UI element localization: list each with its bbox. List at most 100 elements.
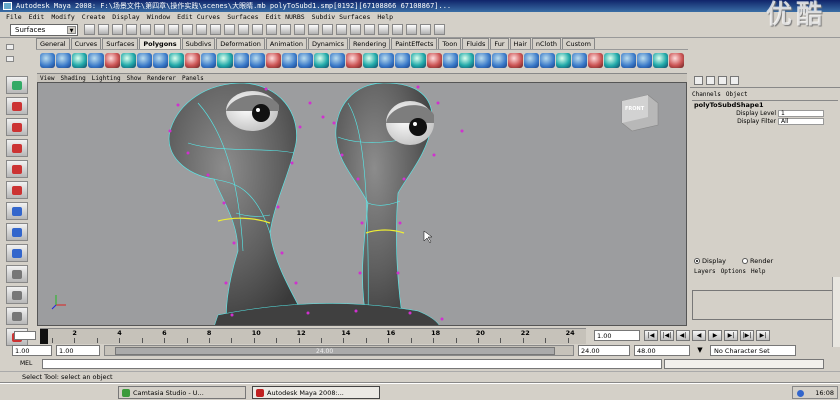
snap-point-icon[interactable] — [308, 24, 319, 35]
tray-icon[interactable] — [797, 390, 804, 397]
snap-grid-icon[interactable] — [280, 24, 291, 35]
panel-menu-lighting[interactable]: Lighting — [92, 75, 121, 82]
manipulator-tool-icon[interactable] — [6, 202, 28, 220]
shelf-tab-hair[interactable]: Hair — [509, 38, 531, 49]
shelf-tab-dynamics[interactable]: Dynamics — [307, 38, 349, 49]
planar-mapping-icon[interactable] — [572, 53, 588, 68]
menu-display[interactable]: Display — [112, 13, 139, 21]
shelf-tab-rendering[interactable]: Rendering — [349, 38, 391, 49]
show-hide-attr-editor-icon[interactable] — [406, 24, 417, 35]
layer-editor-icon[interactable] — [730, 76, 739, 85]
collapse-icon[interactable] — [539, 53, 555, 68]
mask-dynamics-icon[interactable] — [238, 24, 249, 35]
taskbar-item-autodesk-maya-2008[interactable]: Autodesk Maya 2008:... — [252, 386, 380, 399]
show-hide-tool-settings-icon[interactable] — [420, 24, 431, 35]
menu-subdiv-surfaces[interactable]: Subdiv Surfaces — [312, 13, 371, 21]
poly-soccer-ball-icon[interactable] — [201, 53, 217, 68]
attribute-editor-icon[interactable] — [706, 76, 715, 85]
paint-select-icon[interactable] — [6, 118, 28, 136]
layout-four-pane-icon[interactable] — [6, 286, 28, 304]
menu-set-selector[interactable]: Surfaces ▼ — [10, 24, 78, 36]
channel-menu-channels[interactable]: Channels — [692, 91, 721, 98]
poly-plane-icon[interactable] — [104, 53, 120, 68]
character-set-field[interactable]: No Character Set — [710, 345, 796, 356]
panel-menu-view[interactable]: View — [40, 75, 54, 82]
show-manipulator-icon[interactable] — [6, 244, 28, 262]
render-icon[interactable] — [350, 24, 361, 35]
cylindrical-mapping-icon[interactable] — [588, 53, 604, 68]
save-scene-icon[interactable] — [112, 24, 123, 35]
range-track[interactable]: 24.00 — [104, 345, 574, 356]
layer-scrollbar[interactable] — [832, 277, 840, 347]
menu-modify[interactable]: Modify — [51, 13, 74, 21]
uv-editor-icon[interactable] — [636, 53, 652, 68]
open-scene-icon[interactable] — [98, 24, 109, 35]
tool-settings-icon[interactable] — [718, 76, 727, 85]
channel-attr-label[interactable]: Display Level — [736, 110, 776, 118]
panel-menu-shading[interactable]: Shading — [60, 75, 85, 82]
shelf-tab-toon[interactable]: Toon — [438, 38, 462, 49]
soft-mod-tool-icon[interactable] — [6, 223, 28, 241]
chevron-down-icon[interactable]: ▼ — [694, 345, 706, 356]
display-radio[interactable]: Display — [694, 257, 726, 265]
shelf-tab-polygons[interactable]: Polygons — [139, 38, 181, 49]
step-back-key-button[interactable]: ◀| — [676, 330, 690, 341]
shelf-tab-fluids[interactable]: Fluids — [462, 38, 490, 49]
shelf-tab-ncloth[interactable]: nCloth — [531, 38, 561, 49]
current-frame-marker[interactable] — [40, 329, 48, 344]
select-tool-icon[interactable] — [6, 76, 28, 94]
step-back-frame-button[interactable]: |◀| — [660, 330, 674, 341]
bridge-icon[interactable] — [362, 53, 378, 68]
start-time-field[interactable]: 1.00 — [12, 345, 52, 356]
playback-start-field[interactable]: 1.00 — [56, 345, 100, 356]
mask-rendering-icon[interactable] — [252, 24, 263, 35]
append-polygon-icon[interactable] — [378, 53, 394, 68]
layer-menu-help[interactable]: Help — [751, 268, 765, 275]
command-input[interactable] — [42, 359, 662, 369]
poly-cylinder-icon[interactable] — [72, 53, 88, 68]
end-time-field[interactable]: 48.00 — [634, 345, 690, 356]
render-radio[interactable]: Render — [742, 257, 773, 265]
menu-file[interactable]: File — [6, 13, 22, 21]
shelf-tab-fur[interactable]: Fur — [490, 38, 509, 49]
select-hierarchy-icon[interactable] — [126, 24, 137, 35]
history-icon[interactable] — [336, 24, 347, 35]
time-slider-grip[interactable] — [14, 331, 36, 340]
layer-list[interactable] — [692, 290, 832, 320]
poly-sphere-icon[interactable] — [40, 53, 56, 68]
automatic-mapping-icon[interactable] — [620, 53, 636, 68]
panel-menu-renderer[interactable]: Renderer — [147, 75, 176, 82]
scale-tool-icon[interactable] — [6, 181, 28, 199]
poly-pipe-icon[interactable] — [169, 53, 185, 68]
menu-edit-curves[interactable]: Edit Curves — [177, 13, 220, 21]
menu-edit-nurbs[interactable]: Edit NURBS — [266, 13, 305, 21]
merge-vertices-icon[interactable] — [507, 53, 523, 68]
menu-create[interactable]: Create — [82, 13, 105, 21]
rotate-tool-icon[interactable] — [6, 160, 28, 178]
layer-menu-layers[interactable]: Layers — [694, 268, 716, 275]
shelf-tab-subdivs[interactable]: Subdivs — [181, 38, 216, 49]
panel-menu-show[interactable]: Show — [127, 75, 141, 82]
command-language-label[interactable]: MEL — [20, 360, 32, 368]
mask-handles-icon[interactable] — [168, 24, 179, 35]
poly-prism-icon[interactable] — [136, 53, 152, 68]
poke-icon[interactable] — [475, 53, 491, 68]
show-hide-channel-box-icon[interactable] — [392, 24, 403, 35]
shelf-tab-painteffects[interactable]: PaintEffects — [391, 38, 438, 49]
shelf-tab-deformation[interactable]: Deformation — [216, 38, 265, 49]
layout-outliner-icon[interactable] — [6, 307, 28, 325]
move-tool-icon[interactable] — [6, 139, 28, 157]
mask-misc-icon[interactable] — [266, 24, 277, 35]
poly-torus-icon[interactable] — [120, 53, 136, 68]
channel-attr-value[interactable]: 1 — [778, 110, 824, 117]
shelf-tab-surfaces[interactable]: Surfaces — [102, 38, 139, 49]
shelf-tab-custom[interactable]: Custom — [562, 38, 595, 49]
shelf-menu-icon[interactable] — [6, 44, 14, 50]
layer-menu-options[interactable]: Options — [721, 268, 746, 275]
mirror-geometry-icon[interactable] — [330, 53, 346, 68]
channel-attr-label[interactable]: Display Filter — [737, 118, 776, 126]
channel-menu-object[interactable]: Object — [726, 91, 748, 98]
go-to-start-button[interactable]: |◀ — [644, 330, 658, 341]
bevel-icon[interactable] — [443, 53, 459, 68]
viewport-3d[interactable]: FRONT — [37, 82, 687, 326]
